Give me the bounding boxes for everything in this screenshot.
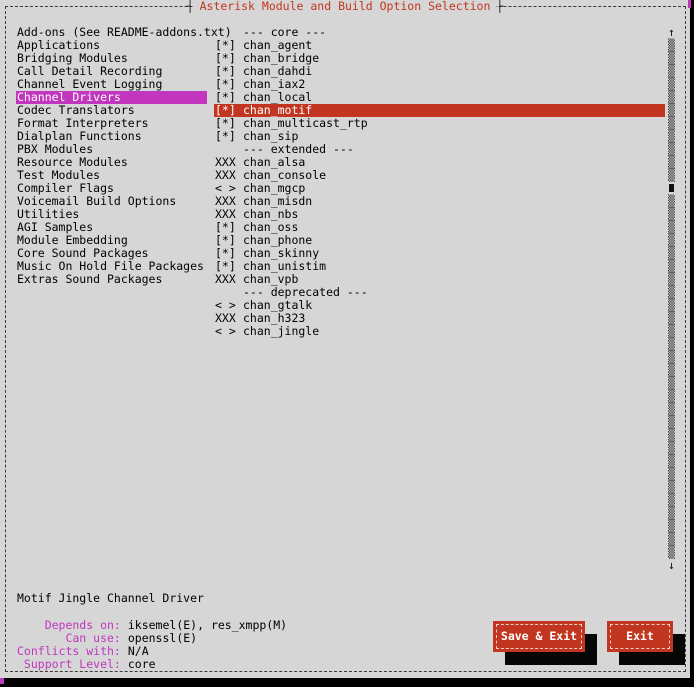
attribute-label: Depends on: [17,618,121,632]
module-item[interactable]: [*]chan_local [0,91,665,104]
section-separator-label: --- extended --- [236,142,354,156]
module-name: chan_multicast_rtp [236,116,368,130]
module-name: chan_mgcp [236,181,305,195]
attribute-label: Conflicts with: [17,644,121,658]
module-item[interactable]: [*]chan_agent [0,39,665,52]
scrollbar[interactable]: ↑▒▒▒▒▒▒▒▒▒▒▒▒▒▒▒▒▒▒▒▒▒▒▒▒▒▒▒▒▒▒▒▒▒▒▒▒▒▒▒… [664,26,679,572]
module-item[interactable]: [*]chan_multicast_rtp [0,117,665,130]
attribute-label: Support Level: [17,657,121,671]
module-item[interactable]: [*]chan_oss [0,221,665,234]
module-name: chan_bridge [236,51,319,65]
module-item[interactable]: [*]chan_phone [0,234,665,247]
module-name: chan_skinny [236,246,319,260]
module-name: chan_phone [236,233,312,247]
module-name: chan_misdn [236,194,312,208]
attribute-value: iksemel(E), res_xmpp(M) [121,618,287,632]
attribute-label: Can use: [17,631,121,645]
save-exit-button-label: Save & Exit [501,621,577,652]
module-name: chan_iax2 [236,77,305,91]
scrollbar-down-arrow-icon[interactable]: ↓ [664,559,679,572]
module-item[interactable]: [*]chan_skinny [0,247,665,260]
cursor-artifact-bottom-left [0,678,4,684]
module-item[interactable]: [*]chan_iax2 [0,78,665,91]
module-list: --- core ---[*]chan_agent[*]chan_bridge[… [0,26,665,338]
module-item[interactable]: XXXchan_h323 [0,312,665,325]
title-right-tick-icon: ├ [496,0,503,13]
module-attributes: Depends on:iksemel(E), res_xmpp(M) Can u… [17,619,287,671]
page-title: Asterisk Module and Build Option Selecti… [194,0,497,13]
module-item[interactable]: XXXchan_nbs [0,208,665,221]
attribute-value: core [121,657,156,671]
module-section-separator: --- deprecated --- [0,286,665,299]
section-separator-label: --- core --- [236,25,326,39]
module-section-separator: --- extended --- [0,143,665,156]
module-item-bar: < >chan_jingle [214,325,665,338]
title-bar: ┤Asterisk Module and Build Option Select… [0,0,690,13]
module-section-separator: --- core --- [0,26,665,39]
module-description-title: Motif Jingle Channel Driver [17,592,204,605]
attribute-value: openssl(E) [121,631,197,645]
module-name: chan_jingle [236,324,319,338]
save-exit-button[interactable]: Save & Exit [493,621,585,652]
module-item[interactable]: [*]chan_unistim [0,260,665,273]
module-item[interactable]: XXXchan_console [0,169,665,182]
scrollbar-thumb-block [669,184,674,192]
module-state-icon: < > [215,325,236,338]
module-name: chan_nbs [236,207,298,221]
module-state-icon: [*] [215,130,236,143]
module-item[interactable]: < >chan_gtalk [0,299,665,312]
exit-button[interactable]: Exit [607,621,673,652]
exit-button-label: Exit [626,621,654,652]
section-separator-label: --- deprecated --- [236,285,368,299]
module-item[interactable]: XXXchan_alsa [0,156,665,169]
module-name: chan_gtalk [236,298,312,312]
menuselect-dialog: ┤Asterisk Module and Build Option Select… [0,0,690,678]
scrollbar-track[interactable]: ▒ [664,169,679,182]
module-name: chan_h323 [236,311,305,325]
module-name: chan_console [236,168,326,182]
module-item[interactable]: < >chan_mgcp [0,182,665,195]
module-state-icon: XXX [215,273,236,286]
attribute-value: N/A [121,644,149,658]
module-name: chan_dahdi [236,64,312,78]
module-name: chan_vpb [236,272,298,286]
title-left-tick-icon: ┤ [187,0,194,13]
module-item[interactable]: < >chan_jingle [0,325,665,338]
module-name: chan_alsa [236,155,305,169]
module-item[interactable]: XXXchan_misdn [0,195,665,208]
module-item[interactable]: [*]chan_bridge [0,52,665,65]
module-attribute-line: Support Level:core [17,658,287,671]
module-name: chan_unistim [236,259,326,273]
module-name: chan_agent [236,38,312,52]
module-name: chan_oss [236,220,298,234]
module-name: chan_local [236,90,312,104]
module-name: chan_motif [236,103,312,117]
module-item[interactable]: [*]chan_dahdi [0,65,665,78]
module-name: chan_sip [236,129,298,143]
